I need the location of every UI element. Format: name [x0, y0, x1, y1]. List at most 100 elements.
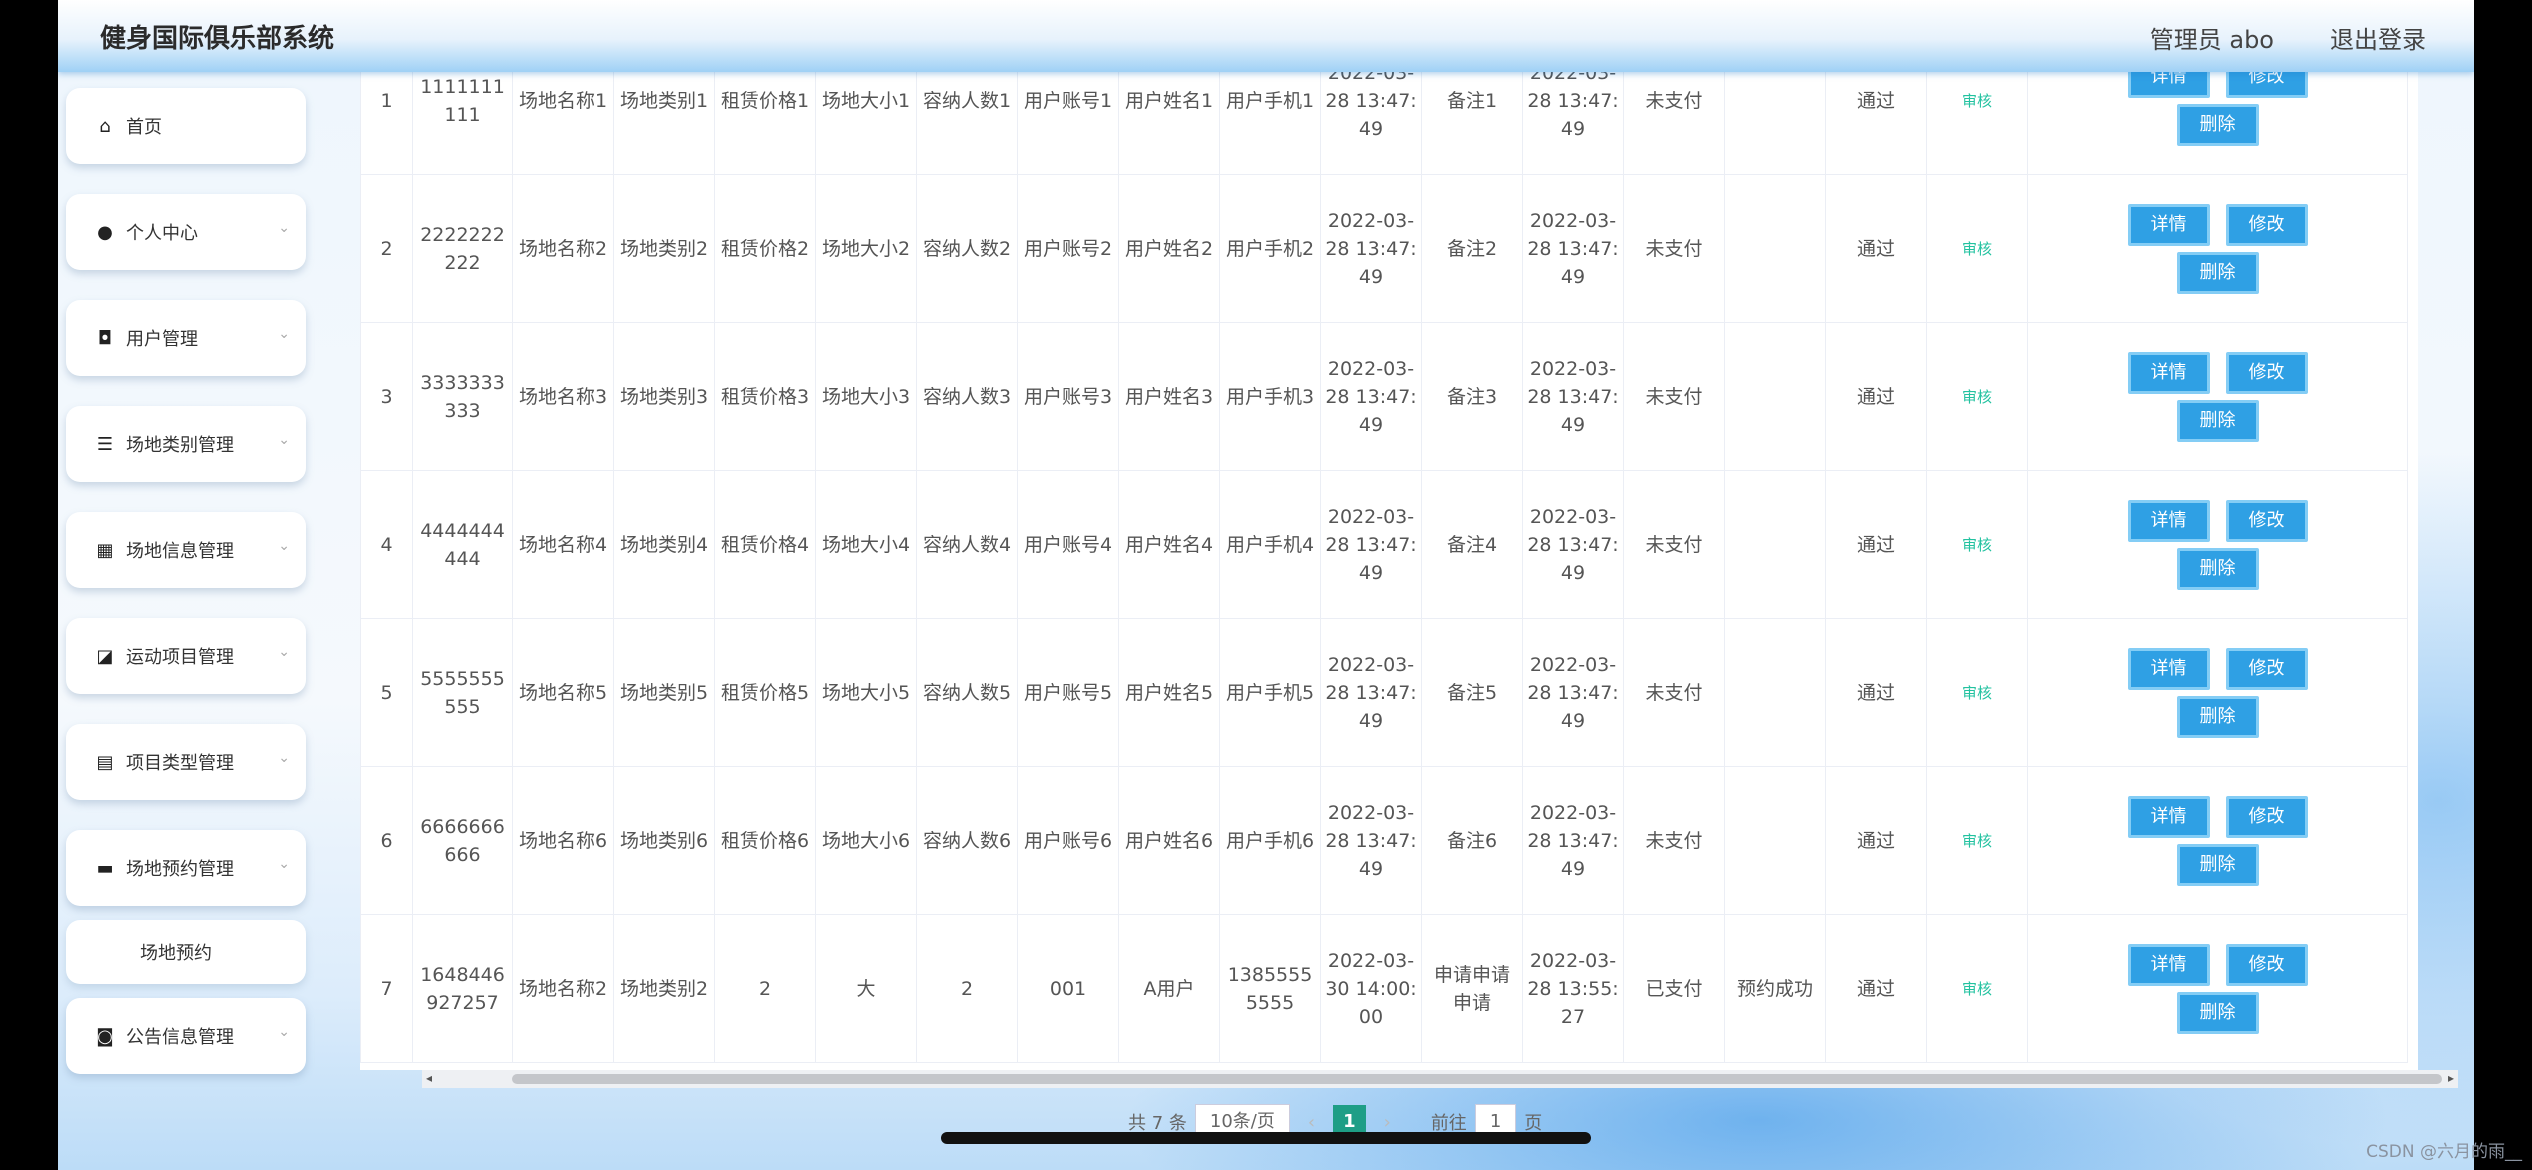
cell-reply [1724, 322, 1826, 471]
chevron-down-icon[interactable]: ⌄ [278, 644, 290, 660]
sidebar-item-label: 公告信息管理 [126, 1027, 234, 1048]
table-row: 2 2222222222 场地名称2 场地类别2 租赁价格2 场地大小2 容纳人数2 用户账号… [360, 174, 2408, 323]
cell-actions: 详情 修改删除 [2027, 322, 2408, 471]
chevron-down-icon[interactable]: ⌄ [278, 220, 290, 236]
cell-time: 2022-03-30 14:00:00 [1320, 914, 1422, 1063]
prev-page-button[interactable]: ‹ [1308, 1112, 1315, 1133]
cell-type: 场地类别1 [613, 72, 715, 175]
cell-name: 场地名称2 [512, 914, 614, 1063]
sidebar-item-label: 运动项目管理 [126, 647, 234, 668]
delete-button[interactable]: 删除 [2176, 251, 2259, 294]
sidebar-item-label: 场地预约管理 [126, 859, 234, 880]
logout-link[interactable]: 退出登录 [2330, 20, 2426, 55]
sidebar-item-5[interactable]: ◪ 运动项目管理 ⌄ [66, 618, 306, 694]
edit-button[interactable]: 修改 [2225, 499, 2308, 542]
delete-button[interactable]: 删除 [2176, 695, 2259, 738]
sidebar-item-3[interactable]: ☰ 场地类别管理 ⌄ [66, 406, 306, 482]
sidebar-menu: ⌂ 首页 ● 个人中心 ⌄ ◘ 用户管理 ⌄ ☰ 场地类别管理 ⌄ ▦ 场地信息管理 ⌄ ◪ 运动项目管理 ⌄ ▤… [66, 88, 306, 1104]
delete-button[interactable]: 删除 [2176, 843, 2259, 886]
next-page-button[interactable]: › [1384, 1112, 1391, 1133]
chevron-down-icon[interactable]: ⌄ [278, 750, 290, 766]
detail-button[interactable]: 详情 [2127, 72, 2210, 98]
sidebar-item-0[interactable]: ⌂ 首页 [66, 88, 306, 164]
cell-pay: 已支付 [1623, 914, 1725, 1063]
audit-link[interactable]: 审核 [1962, 536, 1992, 554]
audit-link[interactable]: 审核 [1962, 388, 1992, 406]
cell-capacity: 容纳人数1 [916, 72, 1018, 175]
cell-created: 2022-03-28 13:47:49 [1522, 766, 1624, 915]
cell-reply [1724, 766, 1826, 915]
cell-name: 场地名称3 [512, 322, 614, 471]
cell-account: 用户账号4 [1017, 470, 1119, 619]
edit-button[interactable]: 修改 [2225, 647, 2308, 690]
cell-price: 租赁价格6 [714, 766, 816, 915]
sidebar-subitem-booking[interactable]: 场地预约 [66, 920, 306, 984]
detail-button[interactable]: 详情 [2127, 351, 2210, 394]
audit-link[interactable]: 审核 [1962, 684, 1992, 702]
cell-phone: 13855555555 [1219, 914, 1321, 1063]
audit-link[interactable]: 审核 [1962, 240, 1992, 258]
edit-button[interactable]: 修改 [2225, 72, 2308, 98]
cell-uname: 用户姓名4 [1118, 470, 1220, 619]
audit-link[interactable]: 审核 [1962, 832, 1992, 850]
edit-button[interactable]: 修改 [2225, 943, 2308, 986]
cell-created: 2022-03-28 13:47:49 [1522, 174, 1624, 323]
detail-button[interactable]: 详情 [2127, 795, 2210, 838]
cell-created: 2022-03-28 13:47:49 [1522, 618, 1624, 767]
cell-idx: 2 [360, 174, 413, 323]
cell-audit: 审核 [1926, 470, 2028, 619]
audit-link[interactable]: 审核 [1962, 980, 1992, 998]
audit-link[interactable]: 审核 [1962, 92, 1992, 110]
briefcase-icon: ▬ [96, 857, 114, 879]
cell-size: 场地大小2 [815, 174, 917, 323]
delete-button[interactable]: 删除 [2176, 547, 2259, 590]
scroll-left-icon[interactable]: ◂ [426, 1071, 432, 1085]
sidebar-item-2[interactable]: ◘ 用户管理 ⌄ [66, 300, 306, 376]
sidebar-item-notice[interactable]: ◙ 公告信息管理 ⌄ [66, 998, 306, 1074]
cell-name: 场地名称2 [512, 174, 614, 323]
edit-button[interactable]: 修改 [2225, 795, 2308, 838]
home-indicator [941, 1132, 1591, 1144]
chevron-down-icon[interactable]: ⌄ [278, 432, 290, 448]
chevron-down-icon[interactable]: ⌄ [278, 1024, 290, 1040]
delete-button[interactable]: 删除 [2176, 399, 2259, 442]
horizontal-scrollbar[interactable]: ◂ ▸ [422, 1070, 2458, 1088]
sidebar-item-6[interactable]: ▤ 项目类型管理 ⌄ [66, 724, 306, 800]
chevron-down-icon[interactable]: ⌄ [278, 856, 290, 872]
scrollbar-thumb[interactable] [512, 1074, 2442, 1084]
cell-price: 租赁价格3 [714, 322, 816, 471]
cell-no: 1648446927257 [412, 914, 513, 1063]
cell-actions: 详情 修改删除 [2027, 914, 2408, 1063]
cell-uname: 用户姓名5 [1118, 618, 1220, 767]
edit-button[interactable]: 修改 [2225, 203, 2308, 246]
cell-pay: 未支付 [1623, 72, 1725, 175]
cell-actions: 详情 修改删除 [2027, 618, 2408, 767]
chevron-down-icon[interactable]: ⌄ [278, 538, 290, 554]
cell-account: 用户账号1 [1017, 72, 1119, 175]
cell-remark: 备注4 [1421, 470, 1523, 619]
cell-price: 2 [714, 914, 816, 1063]
delete-button[interactable]: 删除 [2176, 991, 2259, 1034]
cell-capacity: 容纳人数4 [916, 470, 1018, 619]
sidebar-item-label: 用户管理 [126, 329, 198, 350]
delete-button[interactable]: 删除 [2176, 103, 2259, 146]
cell-pay: 未支付 [1623, 766, 1725, 915]
detail-button[interactable]: 详情 [2127, 647, 2210, 690]
sidebar-item-4[interactable]: ▦ 场地信息管理 ⌄ [66, 512, 306, 588]
cell-status: 通过 [1825, 322, 1927, 471]
edit-button[interactable]: 修改 [2225, 351, 2308, 394]
cell-phone: 用户手机2 [1219, 174, 1321, 323]
cell-idx: 5 [360, 618, 413, 767]
sidebar-item-1[interactable]: ● 个人中心 ⌄ [66, 194, 306, 270]
scroll-right-icon[interactable]: ▸ [2448, 1071, 2454, 1085]
cell-status: 通过 [1825, 618, 1927, 767]
chevron-down-icon[interactable]: ⌄ [278, 326, 290, 342]
detail-button[interactable]: 详情 [2127, 203, 2210, 246]
cell-name: 场地名称5 [512, 618, 614, 767]
detail-button[interactable]: 详情 [2127, 499, 2210, 542]
cell-idx: 1 [360, 72, 413, 175]
cell-reply [1724, 470, 1826, 619]
detail-button[interactable]: 详情 [2127, 943, 2210, 986]
cell-type: 场地类别6 [613, 766, 715, 915]
sidebar-item-7[interactable]: ▬ 场地预约管理 ⌄ [66, 830, 306, 906]
